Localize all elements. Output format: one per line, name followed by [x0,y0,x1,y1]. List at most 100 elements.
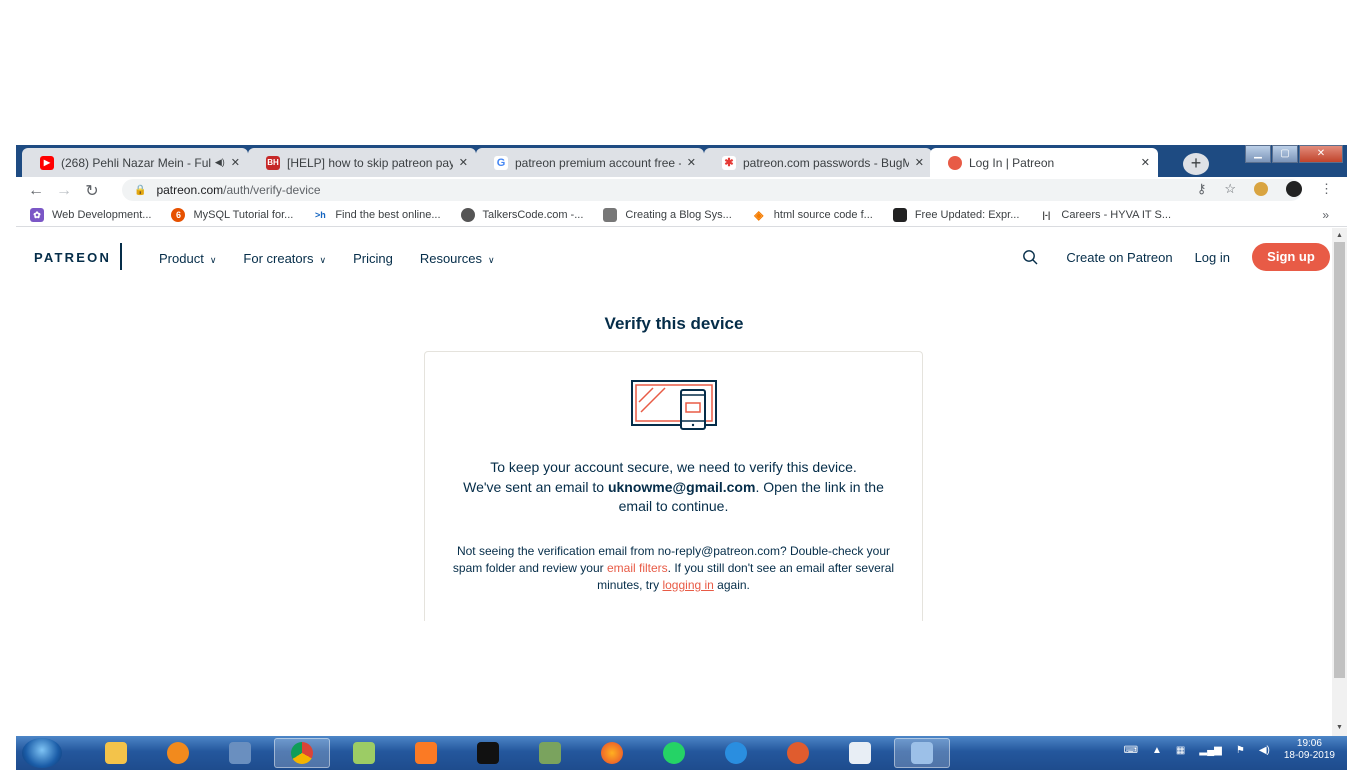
bookmark-html-source[interactable]: ◈ html source code f... [751,208,873,222]
taskbar-ie[interactable] [708,738,764,768]
bookmark-careers[interactable]: |-| Careers - HYVA IT S... [1039,208,1171,222]
page-title: Verify this device [604,314,744,333]
devices-icon [631,380,717,430]
taskbar-whatsapp[interactable] [646,738,702,768]
menu-pricing[interactable]: Pricing [353,251,393,266]
patreon-header-actions: Create on Patreon Log in Sign up [1022,243,1330,271]
menu-label: Resources [419,251,482,266]
scroll-up-arrow-icon[interactable]: ▲ [1332,230,1347,242]
taskbar-xampp[interactable] [398,738,454,768]
tab-google-search[interactable]: G patreon premium account free - ✕ [476,148,704,177]
browser-toolbar: ← → ↻ 🔒 patreon.com/auth/verify-device ⚷… [16,177,1347,204]
log-in-link[interactable]: Log in [1195,250,1230,265]
email-filters-link[interactable]: email filters [607,561,668,575]
bookmarks-overflow-icon[interactable]: » [1322,208,1329,222]
bh-icon: BH [266,155,280,170]
scroll-down-arrow-icon[interactable]: ▼ [1332,722,1347,734]
maximize-button[interactable]: ▢ [1272,145,1298,163]
bookmark-icon [603,208,618,222]
close-icon[interactable]: ✕ [459,156,468,169]
bookmark-label: Web Development... [52,209,152,221]
taskbar-tools[interactable] [212,738,268,768]
bookmark-free-updated[interactable]: Free Updated: Expr... [892,208,1019,222]
menu-resources[interactable]: Resources ∨ [420,251,495,266]
network-status-icon[interactable]: ▦ [1176,745,1185,756]
xampp-icon [415,742,437,764]
scroll-thumb[interactable] [1334,242,1345,678]
taskbar-network[interactable] [522,738,578,768]
bookmark-mysql-tutorial[interactable]: 6 MySQL Tutorial for... [171,208,293,222]
tab-bugmenot[interactable]: ✱ patreon.com passwords - BugM ✕ [704,148,932,177]
taskbar-paint[interactable] [770,738,826,768]
signal-icon[interactable]: ▂▄▆ [1199,745,1221,756]
diamond-icon: ◈ [751,208,766,222]
taskbar-firefox[interactable] [584,738,640,768]
close-icon[interactable]: ✕ [915,156,924,169]
menu-dots-icon[interactable]: ⋮ [1320,181,1333,197]
terminal-icon [477,742,499,764]
taskbar-calculator[interactable] [832,738,888,768]
window-close-button[interactable]: ✕ [1299,145,1343,163]
bookmark-blog-system[interactable]: Creating a Blog Sys... [603,208,732,222]
lock-icon[interactable]: 🔒 [134,185,146,196]
action-center-icon[interactable]: ⚑ [1236,745,1245,756]
tab-youtube[interactable]: ▶ (268) Pehli Nazar Mein - Full ◀) ✕ [22,148,248,177]
profile-avatar[interactable] [1286,181,1302,197]
menu-for-creators[interactable]: For creators ∨ [243,251,326,266]
bookmark-find-online[interactable]: >h Find the best online... [313,208,441,222]
bookmark-web-development[interactable]: ✿ Web Development... [30,208,151,222]
volume-icon[interactable]: ◀) [1259,745,1270,756]
globe-icon [460,208,475,222]
browser-tab-strip: ▶ (268) Pehli Nazar Mein - Full ◀) ✕ BH … [16,145,1347,177]
window-controls: ▁ ▢ ✕ [1244,145,1343,165]
taskbar-notepad-plus[interactable] [336,738,392,768]
menu-product[interactable]: Product ∨ [159,251,216,266]
back-arrow-icon[interactable]: ← [22,182,50,200]
menu-label: Pricing [353,251,393,266]
create-on-patreon-link[interactable]: Create on Patreon [1066,250,1172,265]
star-icon[interactable]: ☆ [1224,181,1236,197]
audio-icon[interactable]: ◀) [215,157,225,168]
show-hidden-icons[interactable]: ▲ [1152,745,1162,756]
tab-title: Log In | Patreon [969,155,1055,170]
patreon-main-menu: Product ∨ For creators ∨ Pricing Resources… [159,251,522,266]
minimize-button[interactable]: ▁ [1245,145,1271,163]
address-bar[interactable]: 🔒 patreon.com/auth/verify-device [122,179,1302,201]
forward-arrow-icon[interactable]: → [50,182,78,200]
chevron-down-icon: ∨ [487,255,495,265]
bookmark-icon: >h [313,208,328,222]
system-tray: ⌨ ▲ ▦ ▂▄▆ ⚑ ◀) 19:06 18-09-2019 [1124,738,1335,762]
search-icon[interactable] [1022,249,1038,265]
tab-help-skip[interactable]: BH [HELP] how to skip patreon pay ✕ [248,148,476,177]
taskbar-media-player[interactable] [150,738,206,768]
patreon-icon [948,155,962,170]
tab-title: (268) Pehli Nazar Mein - Full [61,155,211,170]
page-scrollbar[interactable]: ▲ ▼ [1332,228,1347,736]
logo-divider [120,243,122,270]
close-icon[interactable]: ✕ [231,156,240,169]
bookmarks-bar: ✿ Web Development... 6 MySQL Tutorial for.… [16,204,1347,227]
new-tab-button[interactable]: + [1183,153,1209,175]
media-player-icon [167,742,189,764]
close-icon[interactable]: ✕ [687,156,696,169]
paint-icon [787,742,809,764]
taskbar-explorer[interactable] [88,738,144,768]
keyboard-icon[interactable]: ⌨ [1124,745,1138,756]
network-icon [539,742,561,764]
taskbar-cmd[interactable] [460,738,516,768]
taskbar-control-panel[interactable] [894,738,950,768]
logging-in-link[interactable]: logging in [662,578,713,592]
tab-patreon-login[interactable]: Log In | Patreon ✕ [930,148,1158,177]
start-button[interactable] [22,738,62,768]
sign-up-button[interactable]: Sign up [1252,243,1330,271]
menu-label: Product [159,251,204,266]
reload-icon[interactable]: ↻ [78,181,106,201]
close-icon[interactable]: ✕ [1141,156,1150,169]
system-clock[interactable]: 19:06 18-09-2019 [1284,738,1335,762]
patreon-logo[interactable]: PATREON [34,250,111,265]
cookie-extension-icon[interactable] [1254,182,1268,196]
taskbar-chrome[interactable] [274,738,330,768]
bookmark-talkerscode[interactable]: TalkersCode.com -... [460,208,583,222]
key-icon[interactable]: ⚷ [1197,181,1207,197]
clock-time: 19:06 [1296,738,1322,749]
